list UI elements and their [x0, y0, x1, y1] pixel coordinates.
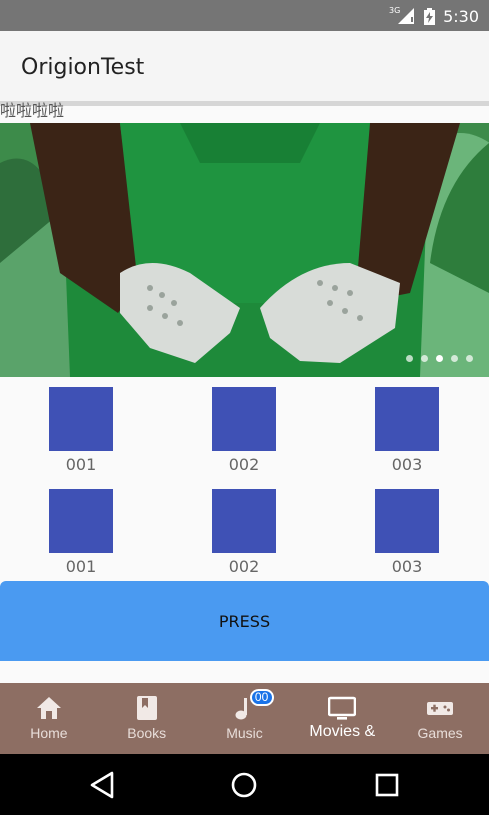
bottom-navigation: Home Books 00 Music Movies & Games [0, 683, 489, 754]
status-time: 5:30 [443, 6, 479, 26]
back-icon[interactable] [86, 768, 120, 802]
nav-label-books: Books [127, 725, 167, 741]
grid-item-image [375, 489, 439, 553]
grid-item-image [212, 489, 276, 553]
tv-icon [328, 696, 357, 720]
banner-image [0, 123, 489, 377]
grid-item-label: 001 [65, 455, 97, 474]
app-title: OrigionTest [21, 55, 145, 80]
grid-item-label: 002 [228, 557, 260, 576]
nav-label-movies: Movies & [309, 723, 376, 740]
marquee-text: 啦啦啦啦 [0, 101, 65, 120]
grid-item-label: 002 [228, 455, 260, 474]
status-bar: 3G 5:30 [0, 0, 489, 31]
grid-item[interactable]: 002 [212, 387, 276, 474]
battery-icon [424, 7, 436, 25]
carousel-dot[interactable] [421, 355, 428, 362]
grid-item[interactable]: 003 [375, 387, 439, 474]
grid-item-image [49, 387, 113, 451]
home-icon [36, 697, 61, 719]
app-bar: OrigionTest [0, 31, 489, 101]
carousel-dot[interactable] [436, 355, 443, 362]
nav-item-home[interactable]: Home [0, 683, 98, 754]
carousel-dot[interactable] [466, 355, 473, 362]
recents-icon[interactable] [369, 768, 403, 802]
gamepad-icon [427, 702, 454, 715]
grid-item[interactable]: 002 [212, 489, 276, 576]
book-icon [136, 696, 157, 720]
grid-item-image [212, 387, 276, 451]
home-circle-icon[interactable] [227, 768, 261, 802]
nav-label-home: Home [30, 725, 68, 741]
nav-label-music: Music [226, 725, 263, 741]
grid-item-image [49, 489, 113, 553]
signal-icon [398, 8, 415, 24]
grid-item-label: 001 [65, 557, 97, 576]
grid-item-image [375, 387, 439, 451]
grid-item[interactable]: 003 [375, 489, 439, 576]
system-navigation-bar [0, 754, 489, 815]
app-bar-divider [0, 101, 489, 106]
music-badge: 00 [249, 689, 274, 706]
carousel-dot[interactable] [406, 355, 413, 362]
grid-item-label: 003 [391, 557, 423, 576]
banner-carousel[interactable] [0, 123, 489, 377]
grid-item-label: 003 [391, 455, 423, 474]
nav-label-games: Games [417, 725, 463, 741]
nav-item-movies[interactable]: Movies & [293, 683, 391, 754]
press-button-label: PRESS [218, 612, 271, 631]
press-button[interactable]: PRESS [0, 581, 489, 661]
nav-item-music[interactable]: 00 Music [196, 683, 294, 754]
nav-item-games[interactable]: Games [391, 683, 489, 754]
carousel-indicator [406, 355, 473, 362]
grid-item[interactable]: 001 [49, 489, 113, 576]
nav-item-books[interactable]: Books [98, 683, 196, 754]
grid-item[interactable]: 001 [49, 387, 113, 474]
carousel-dot[interactable] [451, 355, 458, 362]
